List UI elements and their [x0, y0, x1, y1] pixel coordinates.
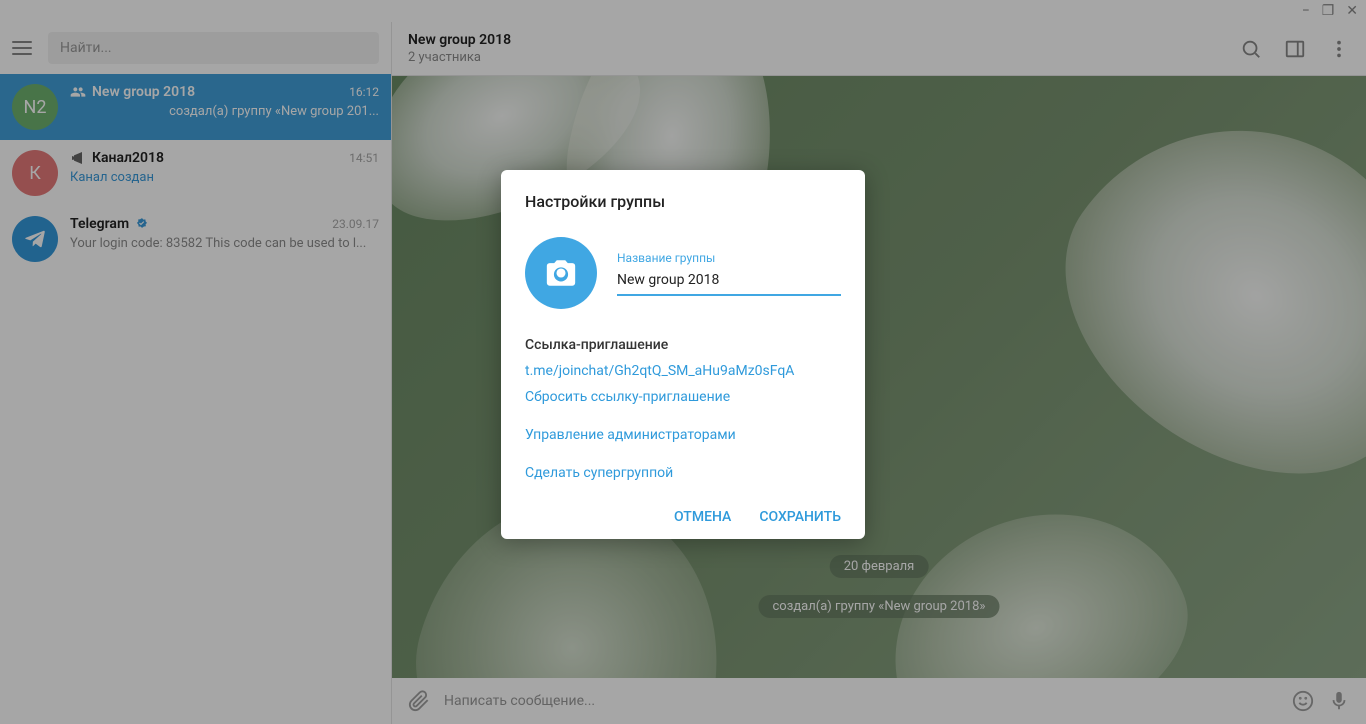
- group-settings-dialog: Настройки группы Название группы Ссылка-…: [501, 170, 865, 539]
- manage-admins-link[interactable]: Управление администраторами: [525, 427, 841, 443]
- make-supergroup-link[interactable]: Сделать супергруппой: [525, 465, 841, 481]
- cancel-button[interactable]: ОТМЕНА: [674, 509, 731, 525]
- save-button[interactable]: СОХРАНИТЬ: [759, 509, 841, 525]
- camera-icon: [544, 256, 578, 290]
- set-photo-button[interactable]: [525, 237, 597, 309]
- reset-invite-link[interactable]: Сбросить ссылку-приглашение: [525, 389, 841, 405]
- dialog-title: Настройки группы: [525, 192, 841, 211]
- group-name-input[interactable]: [617, 270, 841, 296]
- invite-section-title: Ссылка-приглашение: [525, 337, 841, 353]
- invite-link[interactable]: t.me/joinchat/Gh2qtQ_SM_aHu9aMz0sFqA: [525, 363, 841, 379]
- name-field-label: Название группы: [617, 251, 841, 265]
